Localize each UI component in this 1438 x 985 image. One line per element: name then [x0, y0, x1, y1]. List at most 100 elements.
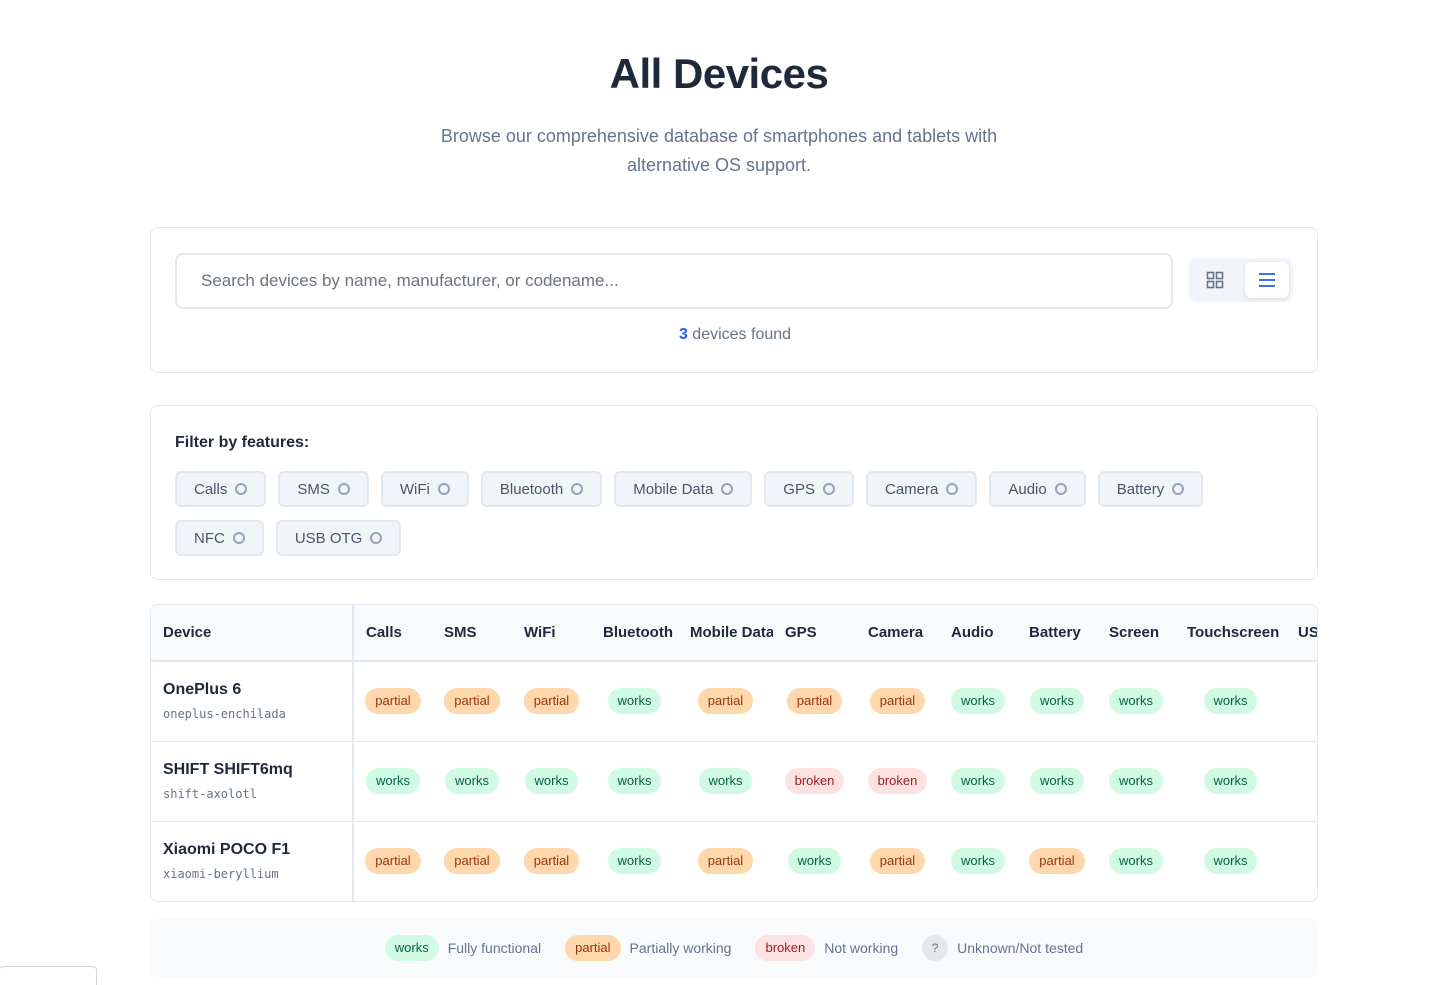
- legend-label: Partially working: [629, 940, 732, 956]
- column-header-bluetooth: Bluetooth: [591, 605, 678, 662]
- status-cell: works: [1017, 661, 1097, 741]
- filter-chip-calls[interactable]: Calls: [175, 471, 267, 507]
- status-cell: partial: [512, 661, 591, 741]
- status-cell: broken: [856, 741, 939, 821]
- table-header-row: Device Calls SMS WiFi Bluetooth Mobile Data GP…: [151, 605, 1317, 662]
- status-badge: partial: [365, 848, 421, 874]
- table-row[interactable]: SHIFT SHIFT6mq shift-axolotl works works wor…: [151, 741, 1317, 821]
- status-badge: works: [366, 768, 420, 794]
- legend-badge: broken: [755, 935, 816, 961]
- filter-chip-label: WiFi: [399, 480, 430, 498]
- filter-chip-wifi[interactable]: WiFi: [380, 471, 469, 507]
- status-badge: works: [1109, 848, 1163, 874]
- filter-chip-gps[interactable]: GPS: [764, 471, 854, 507]
- status-badge: works: [607, 688, 662, 715]
- status-badge: partial: [365, 688, 421, 715]
- table-row[interactable]: Xiaomi POCO F1 xiaomi-beryllium partial par…: [151, 821, 1317, 901]
- status-badge: works: [1030, 688, 1084, 715]
- filter-chip-label: Camera: [884, 480, 939, 498]
- page: All Devices Browse our comprehensive dat…: [0, 0, 1438, 985]
- status-cell: works: [1017, 741, 1097, 821]
- status-badge: partial: [523, 688, 580, 715]
- status-cell: works: [939, 741, 1017, 821]
- filter-chip-label: Calls: [194, 480, 228, 498]
- status-cell: partial: [353, 821, 432, 901]
- status-legend: works Fully functional partial Partially wo…: [150, 919, 1318, 977]
- filter-card: Filter by features: Calls SMS WiFi Bluetoot…: [150, 405, 1318, 580]
- status-badge: works: [1109, 768, 1163, 794]
- status-cell: broken: [1286, 741, 1317, 821]
- filter-chip-label: Audio: [1008, 480, 1047, 498]
- results-count-number: 3: [678, 326, 688, 343]
- table-row[interactable]: OnePlus 6 oneplus-enchilada partial partial…: [151, 661, 1317, 741]
- status-badge: works: [1203, 768, 1258, 794]
- filter-chip-nfc[interactable]: NFC: [175, 520, 264, 556]
- status-badge: works: [607, 768, 662, 794]
- status-badge: works: [951, 848, 1005, 874]
- status-badge: works: [607, 848, 662, 874]
- status-cell: works: [1175, 821, 1286, 901]
- filter-chip-battery[interactable]: Battery: [1097, 471, 1204, 507]
- list-view-button[interactable]: [1245, 262, 1289, 298]
- device-name[interactable]: SHIFT SHIFT6mq: [163, 761, 352, 779]
- legend-item-unknown: ? Unknown/Not tested: [922, 935, 1083, 961]
- status-badge: works: [1203, 848, 1258, 874]
- status-badge: works: [787, 848, 842, 874]
- circle-icon: [946, 483, 959, 495]
- status-cell: works: [1175, 661, 1286, 741]
- status-cell: partial: [1017, 821, 1097, 901]
- column-header-audio: Audio: [939, 605, 1017, 662]
- filter-chip-mobile-data[interactable]: Mobile Data: [614, 471, 753, 507]
- filter-chip-label: Battery: [1116, 480, 1165, 498]
- column-header-usb-otg: USB OTG: [1286, 605, 1317, 662]
- legend-item-partial: partial Partially working: [565, 935, 731, 961]
- devices-table-container[interactable]: Device Calls SMS WiFi Bluetooth Mobile Data GP…: [150, 604, 1318, 902]
- legend-label: Fully functional: [447, 940, 542, 956]
- filter-chip-usb-otg[interactable]: USB OTG: [275, 520, 402, 556]
- grid-view-button[interactable]: [1193, 262, 1237, 298]
- search-input[interactable]: [175, 253, 1173, 309]
- column-header-wifi: WiFi: [512, 605, 591, 662]
- status-cell: partial: [773, 661, 856, 741]
- status-cell: works: [353, 741, 432, 821]
- circle-icon: [1172, 483, 1185, 495]
- list-view-icon: [1259, 273, 1275, 287]
- device-name[interactable]: Xiaomi POCO F1: [163, 841, 352, 859]
- circle-icon: [437, 483, 450, 495]
- device-cell: SHIFT SHIFT6mq shift-axolotl: [151, 741, 354, 821]
- status-badge: works: [1109, 688, 1163, 715]
- device-codename: shift-axolotl: [163, 787, 257, 801]
- filter-chip-audio[interactable]: Audio: [989, 471, 1086, 507]
- status-badge: works: [698, 768, 753, 794]
- filter-chip-camera[interactable]: Camera: [865, 471, 978, 507]
- filter-chip-bluetooth[interactable]: Bluetooth: [480, 471, 603, 507]
- circle-icon: [235, 483, 248, 495]
- circle-icon: [721, 483, 734, 495]
- filter-chip-sms[interactable]: SMS: [278, 471, 369, 507]
- filter-chip-label: Mobile Data: [633, 480, 714, 498]
- status-badge: partial: [869, 848, 926, 874]
- legend-label: Unknown/Not tested: [957, 940, 1084, 956]
- results-count-label: devices found: [687, 326, 792, 343]
- column-header-sms: SMS: [432, 605, 512, 662]
- status-badge: partial: [786, 688, 843, 715]
- device-cell: OnePlus 6 oneplus-enchilada: [151, 661, 354, 741]
- device-codename: oneplus-enchilada: [163, 707, 286, 722]
- view-toggle: [1189, 258, 1293, 302]
- filter-chips: Calls SMS WiFi Bluetooth Mobile Data GPS Camer…: [175, 471, 1295, 556]
- status-badge: partial: [697, 848, 754, 874]
- corner-widget[interactable]: [0, 966, 97, 985]
- filter-chip-label: SMS: [297, 480, 330, 498]
- device-name[interactable]: OnePlus 6: [163, 681, 352, 699]
- status-cell: works: [591, 741, 678, 821]
- status-cell: partial: [353, 661, 432, 741]
- status-cell: works: [678, 741, 773, 821]
- legend-item-works: works Fully functional: [384, 935, 542, 961]
- status-cell: works: [432, 741, 512, 821]
- column-header-device: Device: [151, 605, 354, 662]
- status-badge: partial: [869, 688, 926, 715]
- status-badge: partial: [697, 688, 754, 715]
- legend-badge: partial: [565, 935, 621, 961]
- device-cell: Xiaomi POCO F1 xiaomi-beryllium: [151, 821, 354, 901]
- filter-chip-label: NFC: [194, 529, 225, 547]
